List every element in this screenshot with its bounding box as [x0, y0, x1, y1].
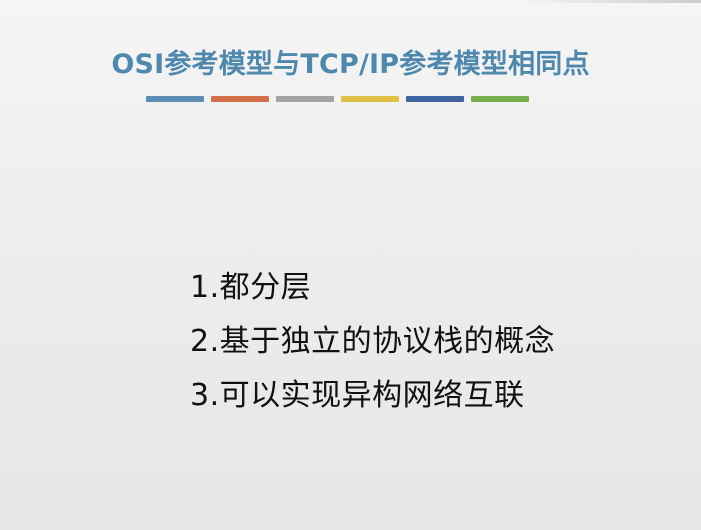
- list-item: 2.基于独立的协议栈的概念: [190, 324, 556, 359]
- stripe-bar-orange: [211, 96, 269, 102]
- stripe-bar-yellow: [341, 96, 399, 102]
- top-shadow-decoration: [521, 0, 701, 3]
- similarity-list: 1.都分层 2.基于独立的协议栈的概念 3.可以实现异构网络互联: [190, 257, 660, 419]
- stripe-bar-blue: [146, 96, 204, 102]
- stripe-bar-navy: [406, 96, 464, 102]
- slide-title: OSI参考模型与TCP/IP参考模型相同点: [111, 49, 590, 80]
- slide: OSI参考模型与TCP/IP参考模型相同点 1.都分层 2.基于独立的协议栈的概…: [0, 0, 701, 530]
- list-item: 3.可以实现异构网络互联: [190, 378, 525, 413]
- color-stripe-divider: [146, 96, 529, 102]
- stripe-bar-green: [471, 96, 529, 102]
- stripe-bar-gray: [276, 96, 334, 102]
- list-item: 1.都分层: [190, 270, 312, 305]
